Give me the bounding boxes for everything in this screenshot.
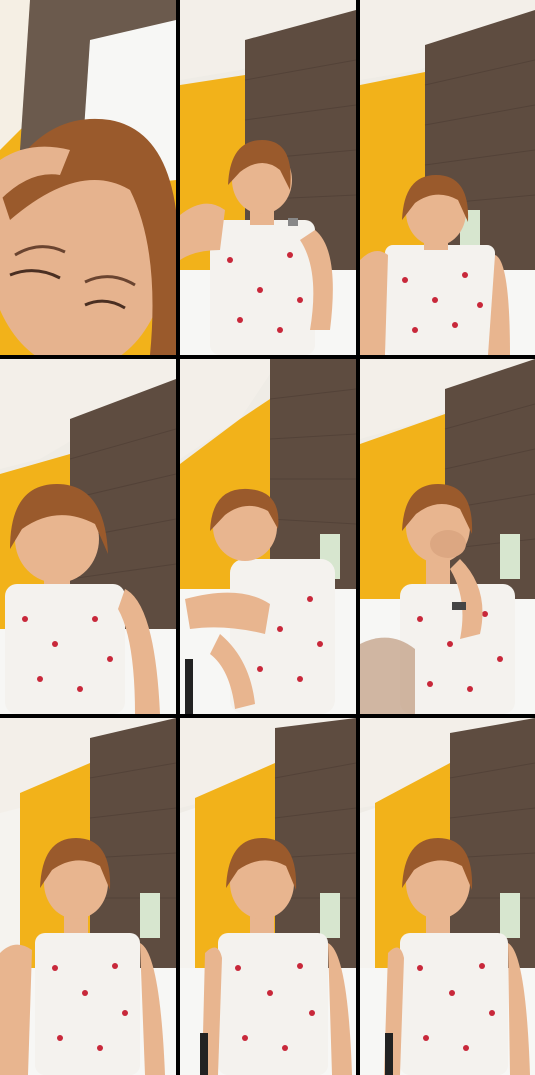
video-frame-1 [0, 0, 176, 355]
video-frame-5 [180, 359, 356, 714]
video-frame-2 [180, 0, 356, 355]
video-frame-8 [180, 718, 356, 1075]
video-frame-4 [0, 359, 176, 714]
photo-collage [0, 0, 535, 1075]
frame-9-image [360, 718, 535, 1075]
frame-5-image [180, 359, 356, 714]
frame-8-image [180, 718, 356, 1075]
video-frame-6 [360, 359, 535, 714]
frame-7-image [0, 718, 176, 1075]
frame-6-image [360, 359, 535, 714]
frame-1-image [0, 0, 176, 355]
video-frame-7 [0, 718, 176, 1075]
frame-3-image [360, 0, 535, 355]
frame-2-image [180, 0, 356, 355]
frame-4-image [0, 359, 176, 714]
video-frame-3 [360, 0, 535, 355]
video-frame-9 [360, 718, 535, 1075]
